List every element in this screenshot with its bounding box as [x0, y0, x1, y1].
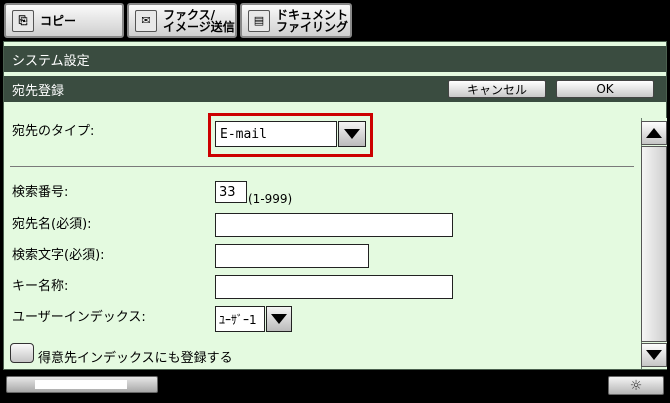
fax-icon: ✉ — [135, 9, 157, 32]
search-no-field[interactable]: 33 — [215, 181, 247, 203]
scroll-up-button[interactable] — [641, 121, 667, 145]
dest-type-dropdown-button[interactable] — [338, 121, 366, 147]
tab-copy-label: コピー — [40, 13, 77, 28]
dest-name-field[interactable] — [215, 213, 453, 237]
key-name-field[interactable] — [215, 275, 453, 299]
ok-button[interactable]: OK — [556, 80, 654, 98]
search-no-range: (1-999) — [248, 192, 293, 206]
chevron-down-icon — [271, 314, 287, 324]
chevron-up-icon — [646, 128, 662, 138]
chevron-down-icon — [344, 129, 360, 139]
tab-copy[interactable]: ⎘ コピー — [4, 3, 124, 38]
cancel-button[interactable]: キャンセル — [448, 80, 546, 98]
search-char-label: 検索文字(必須): — [12, 248, 105, 263]
dest-type-select[interactable]: E-mail — [215, 121, 337, 147]
scroll-down-button[interactable] — [641, 343, 667, 367]
divider — [10, 166, 634, 167]
favorite-index-checkbox[interactable] — [10, 343, 34, 363]
favorite-index-label: 得意先インデックスにも登録する — [38, 351, 233, 366]
search-no-label: 検索番号: — [12, 185, 69, 200]
job-status-indicator — [35, 380, 127, 389]
tab-docfiling-label-line2: ファイリング — [276, 19, 349, 34]
tab-fax-image-send[interactable]: ✉ ファクス/ イメージ送信 — [127, 3, 237, 38]
user-index-select[interactable]: ﾕｰｻﾞｰ1 — [215, 306, 265, 332]
sun-icon: ☼ — [629, 377, 643, 394]
dest-name-label: 宛先名(必須): — [12, 217, 92, 232]
tab-fax-label-line2: イメージ送信 — [163, 19, 235, 34]
job-status-bar[interactable] — [6, 376, 158, 393]
chevron-down-icon — [646, 350, 662, 360]
page-title: システム設定 — [12, 53, 90, 69]
tab-fax-label-line1: ファクス/ — [163, 7, 216, 22]
search-char-field[interactable] — [215, 244, 369, 268]
tab-docfiling-label-line1: ドキュメント — [276, 7, 349, 22]
section-title: 宛先登録 — [12, 83, 65, 99]
scrollbar-thumb[interactable] — [641, 146, 667, 342]
user-index-dropdown-button[interactable] — [266, 306, 292, 332]
tab-document-filing[interactable]: ▤ ドキュメント ファイリング — [240, 3, 352, 38]
dest-type-label: 宛先のタイプ: — [12, 124, 95, 139]
brightness-button[interactable]: ☼ — [608, 376, 664, 395]
key-name-label: キー名称: — [12, 279, 69, 294]
system-settings-header: システム設定 — [4, 46, 666, 72]
copy-icon: ⎘ — [12, 9, 34, 32]
user-index-label: ユーザーインデックス: — [12, 310, 146, 325]
document-filing-icon: ▤ — [248, 9, 270, 32]
